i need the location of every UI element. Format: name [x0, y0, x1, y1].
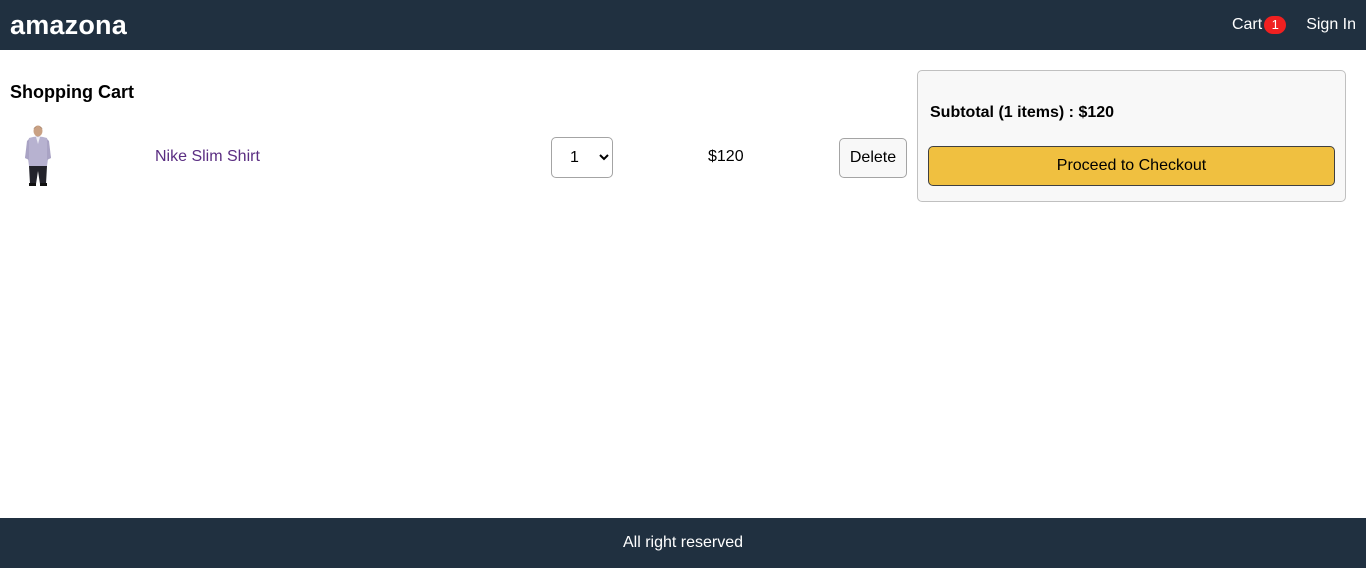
delete-button[interactable]: Delete [839, 138, 907, 178]
top-header: amazona Cart 1 Sign In [0, 0, 1366, 50]
product-name-link[interactable]: Nike Slim Shirt [155, 148, 260, 166]
header-nav: Cart 1 Sign In [1232, 16, 1356, 34]
page: amazona Cart 1 Sign In Shopping Cart Nik… [0, 0, 1366, 568]
subtotal-text: Subtotal (1 items) : $120 [930, 104, 1115, 121]
cart-label: Cart [1231, 16, 1263, 33]
footer-text: All right reserved [622, 534, 744, 551]
brand-logo-link[interactable]: amazona [10, 10, 127, 41]
cart-link[interactable]: Cart 1 [1231, 16, 1287, 34]
cart-item-row: Nike Slim Shirt 1 $120 Delete [10, 122, 910, 192]
sign-in-link[interactable]: Sign In [1306, 16, 1356, 34]
proceed-to-checkout-button[interactable]: Proceed to Checkout [928, 146, 1335, 186]
product-image [25, 125, 51, 186]
cart-count-badge: 1 [1264, 16, 1287, 34]
quantity-select[interactable]: 1 [551, 137, 613, 178]
page-title: Shopping Cart [10, 82, 134, 102]
footer: All right reserved [0, 518, 1366, 568]
item-price: $120 [708, 148, 744, 165]
summary-card: Subtotal (1 items) : $120 Proceed to Che… [917, 70, 1346, 202]
